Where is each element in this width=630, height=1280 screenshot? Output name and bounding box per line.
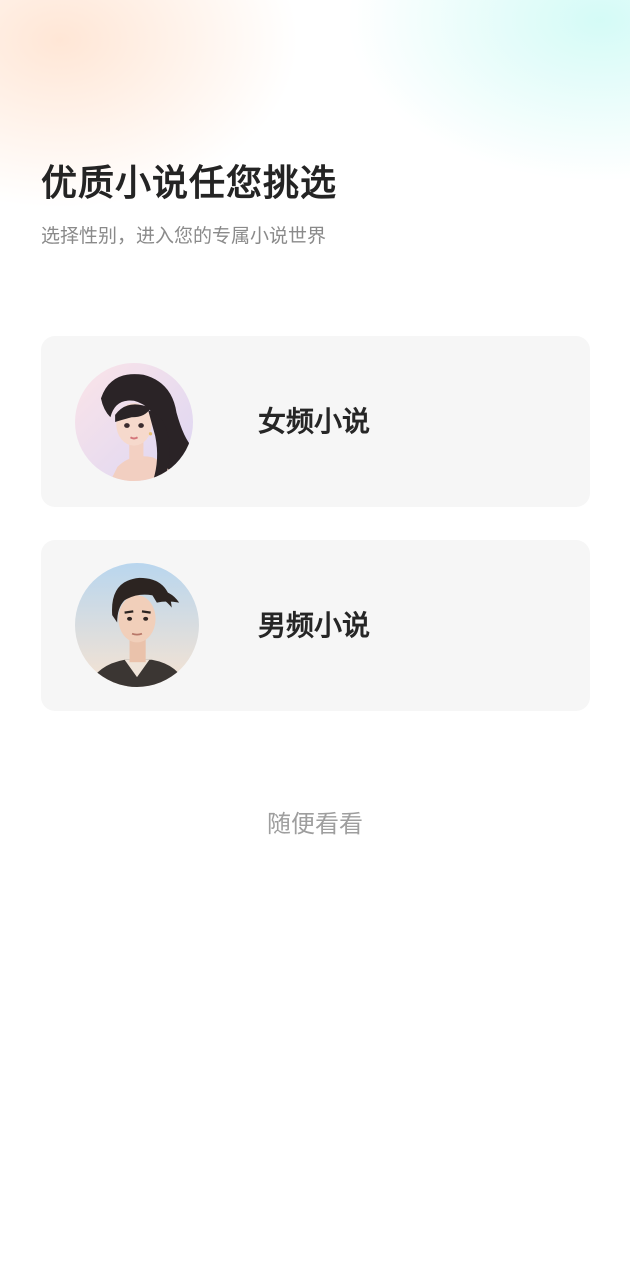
female-novel-option[interactable]: 女频小说 [41,336,590,507]
page-title: 优质小说任您挑选 [41,163,338,204]
female-avatar [75,363,193,481]
male-novel-label: 男频小说 [258,609,371,642]
male-novel-option[interactable]: 男频小说 [41,540,590,711]
male-avatar [75,563,199,687]
female-novel-label: 女频小说 [258,405,371,438]
browse-casually-link[interactable]: 随便看看 [0,806,630,842]
page-subtitle: 选择性别，进入您的专属小说世界 [41,225,327,247]
